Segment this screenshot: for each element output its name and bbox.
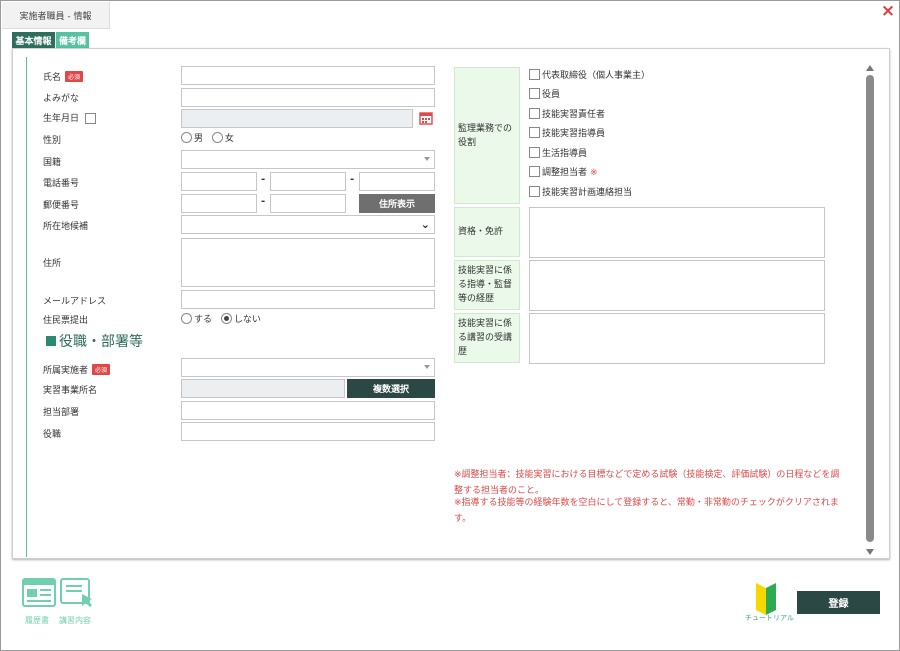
position-label: 役職 bbox=[43, 430, 62, 440]
postal-separator: - bbox=[261, 196, 266, 207]
postal-label: 郵便番号 bbox=[43, 201, 80, 211]
name-label: 氏名 必須 bbox=[43, 70, 84, 83]
square-icon bbox=[46, 336, 56, 346]
phone-part2-input[interactable] bbox=[270, 172, 346, 191]
role-option[interactable]: 役員 bbox=[529, 87, 560, 100]
phone-part3-input[interactable] bbox=[359, 172, 435, 191]
resident-radio-group: する しない bbox=[181, 312, 267, 325]
gender-radio-group: 男 女 bbox=[181, 131, 240, 144]
dept-label: 担当部署 bbox=[43, 408, 80, 418]
phone-separator: - bbox=[350, 174, 355, 185]
position-input[interactable] bbox=[181, 422, 435, 441]
gender-label: 性別 bbox=[43, 136, 62, 146]
form-panel: 氏名 必須 よみがな 生年月日 性別 男 女 国籍 電話番号 - - 郵便番号 -… bbox=[12, 48, 890, 559]
accent-line bbox=[26, 57, 27, 557]
name-input[interactable] bbox=[181, 66, 435, 85]
required-badge: 必須 bbox=[92, 364, 111, 375]
dropdown-caret-icon bbox=[424, 365, 430, 369]
role-label-box: 監理業務での役割 bbox=[454, 67, 520, 204]
scroll-up-icon[interactable] bbox=[866, 65, 874, 71]
role-option[interactable]: 技能実習責任者 bbox=[529, 107, 605, 120]
nationality-label: 国籍 bbox=[43, 158, 62, 168]
nationality-select[interactable] bbox=[181, 150, 435, 169]
guidance-label-box: 技能実習に係る指導・監督等の経歴 bbox=[454, 260, 520, 310]
dropdown-caret-icon bbox=[424, 157, 430, 161]
address-textarea[interactable] bbox=[181, 238, 435, 287]
location-label: 所在地候補 bbox=[43, 222, 89, 232]
note-text: ※指導する技能等の経験年数を空白にして登録すると、常勤・非常勤のチェックがクリア… bbox=[454, 498, 839, 524]
guidance-textarea[interactable] bbox=[529, 260, 825, 311]
role-option[interactable]: 生活指導員 bbox=[529, 146, 587, 159]
birth-date-input[interactable] bbox=[181, 109, 413, 128]
window-title: 実施者職員 - 情報 bbox=[2, 2, 110, 29]
email-label: メールアドレス bbox=[43, 297, 107, 307]
gender-female-option[interactable]: 女 bbox=[211, 132, 234, 144]
address-label: 住所 bbox=[43, 259, 62, 269]
note-mark: ※ bbox=[590, 168, 598, 178]
resume-icon[interactable] bbox=[22, 578, 56, 608]
required-badge: 必須 bbox=[65, 71, 84, 82]
training-textarea[interactable] bbox=[529, 313, 825, 364]
tab-basic-info[interactable]: 基本情報 bbox=[12, 32, 55, 48]
scroll-thumb[interactable] bbox=[866, 75, 874, 542]
dialog-window: 実施者職員 - 情報 × 基本情報 備考欄 氏名 必須 よみがな 生年月日 性別 … bbox=[0, 0, 900, 651]
phone-label: 電話番号 bbox=[43, 179, 80, 189]
dept-input[interactable] bbox=[181, 401, 435, 420]
checkbox-icon[interactable] bbox=[529, 108, 540, 119]
training-content-label: 講習内容 bbox=[59, 616, 91, 625]
checkbox-icon[interactable] bbox=[529, 127, 540, 138]
scroll-down-icon[interactable] bbox=[866, 549, 874, 555]
org-label: 所属実施者 必須 bbox=[43, 363, 111, 376]
phone-separator: - bbox=[261, 174, 266, 185]
postal-part1-input[interactable] bbox=[181, 194, 257, 213]
birth-label: 生年月日 bbox=[43, 111, 98, 124]
role-option[interactable]: 技能実習計画連絡担当 bbox=[529, 185, 632, 198]
org-select[interactable] bbox=[181, 358, 435, 377]
email-input[interactable] bbox=[181, 290, 435, 309]
checkbox-icon[interactable] bbox=[529, 186, 540, 197]
chevron-down-icon: ⌄ bbox=[420, 218, 430, 231]
office-label: 実習事業所名 bbox=[43, 386, 98, 396]
role-option[interactable]: 技能実習指導員 bbox=[529, 126, 605, 139]
section-heading: 役職・部署等 bbox=[46, 331, 143, 351]
qualification-label-box: 資格・免許 bbox=[454, 207, 520, 257]
gender-male-option[interactable]: 男 bbox=[181, 132, 203, 144]
kana-label: よみがな bbox=[43, 94, 80, 104]
resume-label: 履歴書 bbox=[25, 616, 49, 625]
qualification-textarea[interactable] bbox=[529, 207, 825, 258]
scrollbar[interactable] bbox=[865, 65, 875, 555]
phone-part1-input[interactable] bbox=[181, 172, 257, 191]
checkbox-icon[interactable] bbox=[529, 88, 540, 99]
radio-icon bbox=[211, 132, 223, 143]
radio-icon bbox=[181, 132, 192, 143]
tab-remarks[interactable]: 備考欄 bbox=[56, 32, 89, 48]
postal-part2-input[interactable] bbox=[270, 194, 346, 213]
resident-no-option[interactable]: しない bbox=[220, 313, 261, 325]
multi-select-button[interactable]: 複数選択 bbox=[347, 379, 435, 398]
birth-checkbox[interactable] bbox=[84, 113, 96, 124]
checkbox-icon[interactable] bbox=[529, 69, 540, 80]
role-option[interactable]: 代表取締役（個人事業主） bbox=[529, 68, 650, 81]
resident-yes-option[interactable]: する bbox=[181, 313, 212, 325]
resident-label: 住民票提出 bbox=[43, 316, 89, 326]
checkbox-icon[interactable] bbox=[529, 166, 540, 177]
radio-selected-icon bbox=[220, 313, 232, 324]
office-input[interactable] bbox=[181, 379, 345, 398]
tutorial-label[interactable]: チュートリアル bbox=[745, 613, 794, 623]
radio-icon bbox=[181, 313, 192, 324]
checkbox-icon[interactable] bbox=[529, 147, 540, 158]
register-button[interactable]: 登録 bbox=[797, 591, 880, 614]
close-icon[interactable]: × bbox=[880, 3, 896, 20]
role-option[interactable]: 調整担当者 ※ bbox=[529, 165, 598, 178]
address-lookup-button[interactable]: 住所表示 bbox=[359, 194, 435, 213]
training-label-box: 技能実習に係る講習の受講歴 bbox=[454, 313, 520, 363]
calendar-icon[interactable] bbox=[419, 111, 433, 125]
location-select[interactable]: ⌄ bbox=[181, 215, 435, 234]
kana-input[interactable] bbox=[181, 88, 435, 107]
training-content-icon[interactable] bbox=[60, 578, 94, 608]
